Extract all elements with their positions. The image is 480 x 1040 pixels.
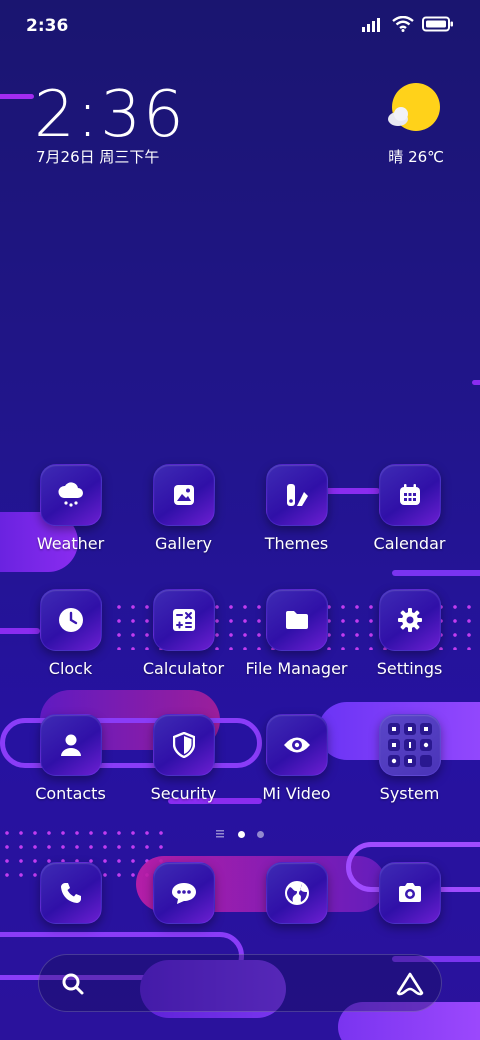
- app-icon-calendar[interactable]: [378, 464, 441, 526]
- weather-widget[interactable]: [384, 82, 444, 140]
- app-label-clock: Clock: [48, 659, 93, 678]
- app-label-weather: Weather: [36, 534, 105, 553]
- cloud-snow-icon: [57, 482, 83, 507]
- app-icon-contacts[interactable]: [39, 714, 102, 776]
- app-row: Contacts Security Mi Video System: [0, 714, 480, 824]
- search-icon[interactable]: [61, 972, 85, 996]
- shield-icon: [172, 732, 195, 758]
- status-time: 2:36: [26, 16, 69, 36]
- app-file-manager[interactable]: File Manager: [240, 589, 353, 678]
- clock-icon: [58, 608, 83, 632]
- dock-icon-phone[interactable]: [39, 862, 102, 924]
- wifi-icon: [392, 16, 414, 32]
- dock: [0, 862, 480, 926]
- app-label-gallery: Gallery: [155, 534, 212, 553]
- dock-icon-messages[interactable]: [152, 862, 215, 924]
- sun-cloud-icon: [388, 83, 440, 131]
- app-clock[interactable]: Clock: [14, 589, 127, 678]
- calendar-icon: [399, 484, 420, 505]
- app-calendar[interactable]: Calendar: [353, 464, 466, 553]
- app-weather[interactable]: Weather: [14, 464, 127, 553]
- app-icon-weather[interactable]: [39, 464, 102, 526]
- app-mi-video[interactable]: Mi Video: [240, 714, 353, 803]
- app-drawer-lines-icon: [216, 830, 224, 838]
- app-label-themes: Themes: [264, 534, 329, 553]
- app-label-mi-video: Mi Video: [262, 784, 331, 803]
- calculator-icon: [172, 609, 195, 631]
- app-folder-system[interactable]: System: [353, 714, 466, 803]
- page-indicator[interactable]: [0, 830, 480, 838]
- home-clock[interactable]: 2:36: [34, 78, 186, 152]
- themes-brush-icon: [286, 484, 308, 506]
- wallpaper-stroke: [472, 380, 480, 385]
- app-icon-clock[interactable]: [39, 589, 102, 651]
- app-gallery[interactable]: Gallery: [127, 464, 240, 553]
- app-icon-calculator[interactable]: [152, 589, 215, 651]
- gear-icon: [397, 608, 422, 632]
- app-icon-file-manager[interactable]: [265, 589, 328, 651]
- app-icon-themes[interactable]: [265, 464, 328, 526]
- dock-phone[interactable]: [14, 862, 127, 924]
- app-icon-security[interactable]: [152, 714, 215, 776]
- status-icons: [362, 16, 454, 32]
- status-bar: 2:36: [0, 0, 480, 52]
- dock-messages[interactable]: [127, 862, 240, 924]
- app-label-settings: Settings: [376, 659, 443, 678]
- app-security[interactable]: Security: [127, 714, 240, 803]
- app-icon-gallery[interactable]: [152, 464, 215, 526]
- app-themes[interactable]: Themes: [240, 464, 353, 553]
- search-bar[interactable]: [38, 954, 442, 1012]
- app-label-calculator: Calculator: [142, 659, 225, 678]
- camera-icon: [398, 883, 421, 902]
- app-icon-mi-video[interactable]: [265, 714, 328, 776]
- app-icon-settings[interactable]: [378, 589, 441, 651]
- phone-icon: [60, 883, 81, 903]
- app-label-calendar: Calendar: [373, 534, 446, 553]
- battery-icon: [422, 16, 453, 32]
- weather-summary: 晴 26℃: [388, 148, 444, 166]
- app-row: Clock Calculator File Manager Settings: [0, 589, 480, 699]
- app-label-file-manager: File Manager: [245, 659, 348, 678]
- app-label-system: System: [379, 784, 440, 803]
- person-icon: [60, 734, 81, 756]
- app-label-security: Security: [150, 784, 217, 803]
- wallpaper-stroke: [0, 94, 34, 99]
- app-label-contacts: Contacts: [35, 784, 106, 803]
- messages-icon: [171, 883, 196, 904]
- dock-icon-browser[interactable]: [265, 862, 328, 924]
- app-contacts[interactable]: Contacts: [14, 714, 127, 803]
- app-icon-folder-system[interactable]: [378, 714, 441, 776]
- dock-camera[interactable]: [353, 862, 466, 924]
- page-dot-active: [238, 830, 245, 838]
- folder-icon: [285, 611, 308, 629]
- folder-grid-icon: [387, 723, 432, 767]
- browser-icon: [284, 881, 309, 905]
- eye-icon: [283, 737, 310, 753]
- assistant-icon[interactable]: [395, 972, 425, 996]
- app-settings[interactable]: Settings: [353, 589, 466, 678]
- dock-icon-camera[interactable]: [378, 862, 441, 924]
- signal-bars-icon: [362, 18, 380, 32]
- app-row: Weather Gallery Themes Calendar: [0, 464, 480, 574]
- image-icon: [173, 485, 194, 505]
- app-calculator[interactable]: Calculator: [127, 589, 240, 678]
- page-dot: [257, 830, 264, 838]
- home-date: 7月26日 周三下午: [36, 148, 160, 166]
- dock-browser[interactable]: [240, 862, 353, 924]
